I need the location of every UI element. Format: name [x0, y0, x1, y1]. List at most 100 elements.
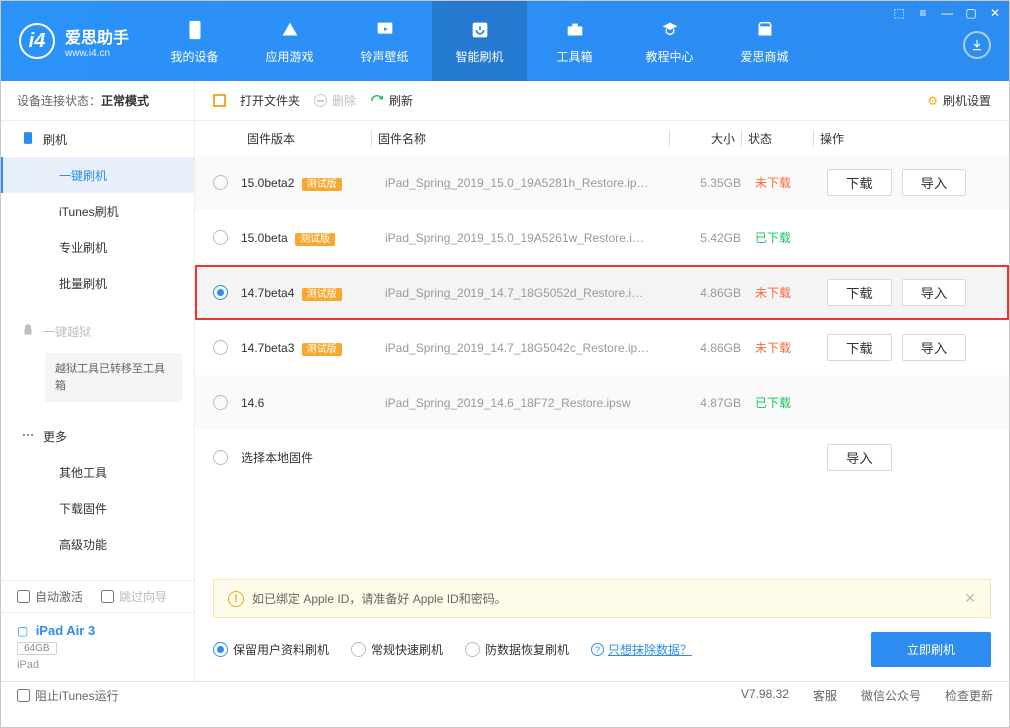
row-action-button[interactable]: 导入 — [902, 279, 967, 306]
body: 设备连接状态： 正常模式 刷机一键刷机iTunes刷机专业刷机批量刷机一键越狱越… — [1, 81, 1009, 681]
apps-icon — [278, 18, 302, 42]
row-action-button[interactable]: 导入 — [902, 334, 967, 361]
row-action-button[interactable]: 导入 — [827, 444, 892, 471]
row-radio[interactable] — [213, 285, 228, 300]
check-update-link[interactable]: 检查更新 — [945, 687, 993, 704]
sidebar-item[interactable]: 一键刷机 — [1, 157, 194, 193]
nav-tools[interactable]: 工具箱 — [527, 1, 622, 81]
appleid-warning: ! 如已绑定 Apple ID，请准备好 Apple ID和密码。 ✕ — [213, 579, 991, 618]
sidebar-head-0[interactable]: 刷机 — [1, 121, 194, 157]
tools-icon — [563, 18, 587, 42]
firmware-row[interactable]: 选择本地固件 导入 — [195, 430, 1009, 485]
col-name: 固件名称 — [371, 130, 669, 147]
warning-icon: ! — [228, 591, 244, 607]
beta-badge: 测试版 — [302, 343, 342, 356]
firmware-row[interactable]: 14.7beta4 测试版 iPad_Spring_2019_14.7_18G5… — [195, 265, 1009, 320]
device-icon — [183, 18, 207, 42]
row-action-button[interactable]: 导入 — [902, 169, 967, 196]
sidebar-head-1[interactable]: 一键越狱 — [1, 313, 194, 349]
shop-icon — [753, 18, 777, 42]
sidebar-item[interactable]: iTunes刷机 — [1, 193, 194, 229]
beta-badge: 测试版 — [295, 233, 335, 246]
device-storage: 64GB — [17, 642, 57, 655]
folder-icon — [213, 94, 226, 107]
support-link[interactable]: 客服 — [813, 687, 837, 704]
tshirt-icon[interactable]: ⬚ — [891, 5, 907, 21]
row-action-button[interactable]: 下载 — [827, 169, 892, 196]
connection-status: 设备连接状态： 正常模式 — [1, 81, 194, 121]
refresh-button[interactable]: 刷新 — [370, 92, 413, 109]
sidebar-item[interactable]: 批量刷机 — [1, 265, 194, 301]
flash-icon — [468, 18, 492, 42]
beta-badge: 测试版 — [302, 288, 342, 301]
options-row: 自动激活 跳过向导 — [1, 580, 194, 612]
flash-settings-button[interactable]: ⚙刷机设置 — [927, 92, 991, 109]
warning-close-icon[interactable]: ✕ — [964, 590, 976, 607]
nav-shop[interactable]: 爱思商城 — [717, 1, 812, 81]
firmware-row[interactable]: 15.0beta 测试版 iPad_Spring_2019_15.0_19A52… — [195, 210, 1009, 265]
table-header: 固件版本 固件名称 大小 状态 操作 — [195, 121, 1009, 155]
firmware-row[interactable]: 14.6 iPad_Spring_2019_14.6_18F72_Restore… — [195, 375, 1009, 430]
row-action-button[interactable]: 下载 — [827, 279, 892, 306]
main-nav: 我的设备应用游戏铃声壁纸智能刷机工具箱教程中心爱思商城 — [147, 1, 812, 81]
row-radio[interactable] — [213, 450, 228, 465]
nav-tutorial[interactable]: 教程中心 — [622, 1, 717, 81]
col-size: 大小 — [669, 130, 741, 147]
auto-activate-checkbox[interactable]: 自动激活 — [17, 588, 83, 605]
ringtone-icon — [373, 18, 397, 42]
row-radio[interactable] — [213, 340, 228, 355]
question-icon: ? — [591, 643, 604, 656]
col-version: 固件版本 — [241, 130, 371, 147]
firmware-row[interactable]: 14.7beta3 测试版 iPad_Spring_2019_14.7_18G5… — [195, 320, 1009, 375]
device-name: iPad Air 3 — [36, 623, 95, 638]
open-folder-button[interactable]: 打开文件夹 — [240, 92, 300, 109]
nav-device[interactable]: 我的设备 — [147, 1, 242, 81]
gear-icon: ⚙ — [927, 94, 938, 108]
sidebar-item[interactable]: 高级功能 — [1, 526, 194, 562]
main-panel: 打开文件夹 删除 刷新 ⚙刷机设置 固件版本 固件名称 大小 状态 操作 15.… — [195, 81, 1009, 681]
logo[interactable]: i4 爱思助手 www.i4.cn — [1, 23, 147, 59]
flash-mode-radio[interactable]: 保留用户资料刷机 — [213, 641, 329, 658]
toolbar: 打开文件夹 删除 刷新 ⚙刷机设置 — [195, 81, 1009, 121]
close-icon[interactable]: ✕ — [987, 5, 1003, 21]
nav-flash[interactable]: 智能刷机 — [432, 1, 527, 81]
beta-badge: 测试版 — [302, 178, 342, 191]
flash-mode-radio[interactable]: 常规快速刷机 — [351, 641, 443, 658]
sidebar-item[interactable]: 下载固件 — [1, 490, 194, 526]
firmware-row[interactable]: 15.0beta2 测试版 iPad_Spring_2019_15.0_19A5… — [195, 155, 1009, 210]
device-model: iPad — [17, 659, 39, 671]
col-ops: 操作 — [813, 130, 991, 147]
brand-url: www.i4.cn — [65, 48, 129, 59]
row-radio[interactable] — [213, 175, 228, 190]
delete-button[interactable]: 删除 — [314, 92, 356, 109]
row-action-button[interactable]: 下载 — [827, 334, 892, 361]
status-bar: 阻止iTunes运行 V7.98.32 客服 微信公众号 检查更新 — [1, 681, 1009, 709]
nav-ringtone[interactable]: 铃声壁纸 — [337, 1, 432, 81]
flash-options: 保留用户资料刷机 常规快速刷机 防数据恢复刷机 ?只想抹除数据？ 立即刷机 — [195, 618, 1009, 681]
flash-now-button[interactable]: 立即刷机 — [871, 632, 991, 667]
connection-mode: 正常模式 — [101, 92, 149, 109]
erase-link[interactable]: ?只想抹除数据？ — [591, 641, 692, 658]
sidebar-head-2[interactable]: 更多 — [1, 418, 194, 454]
brand-name: 爱思助手 — [65, 24, 129, 48]
firmware-table: 15.0beta2 测试版 iPad_Spring_2019_15.0_19A5… — [195, 155, 1009, 485]
sidebar-head-icon — [21, 323, 35, 337]
maximize-icon[interactable]: ▢ — [963, 5, 979, 21]
sidebar-head-icon — [21, 131, 35, 145]
sidebar-note: 越狱工具已转移至工具箱 — [45, 353, 182, 402]
menu-icon[interactable]: ≡ — [915, 5, 931, 21]
wechat-link[interactable]: 微信公众号 — [861, 687, 921, 704]
row-radio[interactable] — [213, 395, 228, 410]
sidebar-item[interactable]: 专业刷机 — [1, 229, 194, 265]
nav-apps[interactable]: 应用游戏 — [242, 1, 337, 81]
device-info[interactable]: ▢ iPad Air 3 64GB iPad — [1, 612, 194, 681]
block-itunes-checkbox[interactable]: 阻止iTunes运行 — [17, 687, 119, 704]
window-controls: ⬚ ≡ — ▢ ✕ — [891, 5, 1003, 21]
row-radio[interactable] — [213, 230, 228, 245]
skip-guide-checkbox[interactable]: 跳过向导 — [101, 588, 167, 605]
download-indicator-icon[interactable] — [963, 31, 991, 59]
sidebar-head-icon — [21, 428, 35, 442]
sidebar-item[interactable]: 其他工具 — [1, 454, 194, 490]
flash-mode-radio[interactable]: 防数据恢复刷机 — [465, 641, 569, 658]
minimize-icon[interactable]: — — [939, 5, 955, 21]
